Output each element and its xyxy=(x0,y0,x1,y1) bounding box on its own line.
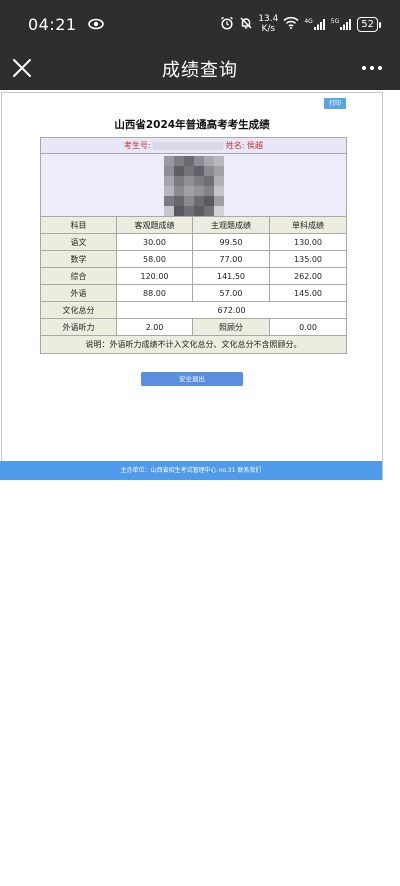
footer: 主办单位：山西省招生考试管理中心 no.31 联系我们 xyxy=(0,461,382,480)
subjective-score-cell: 99.50 xyxy=(192,233,270,251)
bonus-score: 0.00 xyxy=(268,318,348,336)
print-button[interactable]: 打印 xyxy=(324,98,346,109)
total-score: 672.00 xyxy=(115,301,348,319)
more-icon[interactable] xyxy=(360,59,384,77)
column-header: 单科成绩 xyxy=(268,216,348,234)
candidate-name: 侯越 xyxy=(247,141,264,150)
app-bar: 成绩查询 xyxy=(0,46,400,90)
subject-cell: 综合 xyxy=(40,267,117,285)
table-header-row: 科目 客观题成绩 主观题成绩 单科成绩 xyxy=(40,216,348,234)
column-header: 科目 xyxy=(40,216,117,234)
candidate-info-row: 考生号: 姓名: 侯越 xyxy=(39,137,348,154)
table-row: 外语 88.00 57.00 145.00 xyxy=(40,284,348,302)
signal-type-label: 4G xyxy=(304,18,313,25)
subject-cell: 语文 xyxy=(40,233,117,251)
net-speed-value: 13.4 xyxy=(258,14,279,24)
eye-icon xyxy=(88,15,104,34)
subjective-score-cell: 57.00 xyxy=(192,284,270,302)
listening-score: 2.00 xyxy=(116,318,193,336)
subject-total-cell: 145.00 xyxy=(268,284,348,302)
subject-cell: 外语 xyxy=(40,284,117,302)
candidate-number-label: 考生号: xyxy=(124,141,151,150)
photo-row xyxy=(39,153,348,217)
webview-content: 打印 山西省2024年普通高考考生成绩 考生号: 姓名: 侯越 科目 客观题成绩… xyxy=(0,90,400,886)
subject-total-cell: 130.00 xyxy=(268,233,348,251)
safe-exit-button[interactable]: 安全退出 xyxy=(141,372,243,386)
listening-row: 外语听力 2.00 照顾分 0.00 xyxy=(40,318,348,336)
column-header: 主观题成绩 xyxy=(192,216,270,234)
table-row: 数学 58.00 77.00 135.00 xyxy=(40,250,348,268)
table-row: 综合 120.00 141.50 262.00 xyxy=(40,267,348,285)
status-time: 04:21 xyxy=(28,15,77,34)
objective-score-cell: 58.00 xyxy=(116,250,193,268)
subjective-score-cell: 141.50 xyxy=(192,267,270,285)
score-table: 考生号: 姓名: 侯越 科目 客观题成绩 主观题成绩 单科成绩 语文 30.00… xyxy=(39,137,348,354)
note-text: 说明：外语听力成绩不计入文化总分、文化总分不含照顾分。 xyxy=(39,335,348,354)
total-label: 文化总分 xyxy=(40,301,117,319)
objective-score-cell: 30.00 xyxy=(116,233,193,251)
signal-icon: 4G xyxy=(304,18,325,30)
listening-label: 外语听力 xyxy=(40,318,117,336)
table-row: 语文 30.00 99.50 130.00 xyxy=(40,233,348,251)
column-header: 客观题成绩 xyxy=(116,216,193,234)
subject-cell: 数学 xyxy=(40,250,117,268)
total-row: 文化总分 672.00 xyxy=(40,301,348,319)
score-title: 山西省2024年普通高考考生成绩 xyxy=(114,119,270,131)
bell-off-icon xyxy=(239,16,253,33)
net-speed: 13.4 K/s xyxy=(258,14,278,34)
photo-cell xyxy=(39,153,348,217)
signal-type-label: 5G xyxy=(330,18,340,25)
subject-total-cell: 135.00 xyxy=(268,250,348,268)
wifi-icon xyxy=(283,16,299,32)
objective-score-cell: 120.00 xyxy=(116,267,193,285)
masked-candidate-number xyxy=(153,141,224,150)
objective-score-cell: 88.00 xyxy=(116,284,193,302)
alarm-icon xyxy=(220,16,234,33)
bonus-label: 照顾分 xyxy=(192,318,270,336)
candidate-photo xyxy=(164,156,224,216)
candidate-info: 考生号: 姓名: 侯越 xyxy=(39,137,348,154)
note-row: 说明：外语听力成绩不计入文化总分、文化总分不含照顾分。 xyxy=(39,335,348,354)
score-panel: 打印 山西省2024年普通高考考生成绩 考生号: 姓名: 侯越 科目 客观题成绩… xyxy=(1,92,383,480)
page-title: 成绩查询 xyxy=(162,60,238,81)
net-speed-unit: K/s xyxy=(261,24,276,34)
status-icons: 13.4 K/s 4G 5G 52 xyxy=(220,10,381,38)
battery-level: 52 xyxy=(361,18,374,30)
subject-total-cell: 262.00 xyxy=(268,267,348,285)
subjective-score-cell: 77.00 xyxy=(192,250,270,268)
status-bar: 04:21 13.4 K/s 4G 5G 52 xyxy=(0,0,400,46)
battery-icon: 52 xyxy=(357,16,381,32)
signal-icon: 5G xyxy=(331,18,352,30)
candidate-name-label: 姓名: xyxy=(225,141,245,150)
